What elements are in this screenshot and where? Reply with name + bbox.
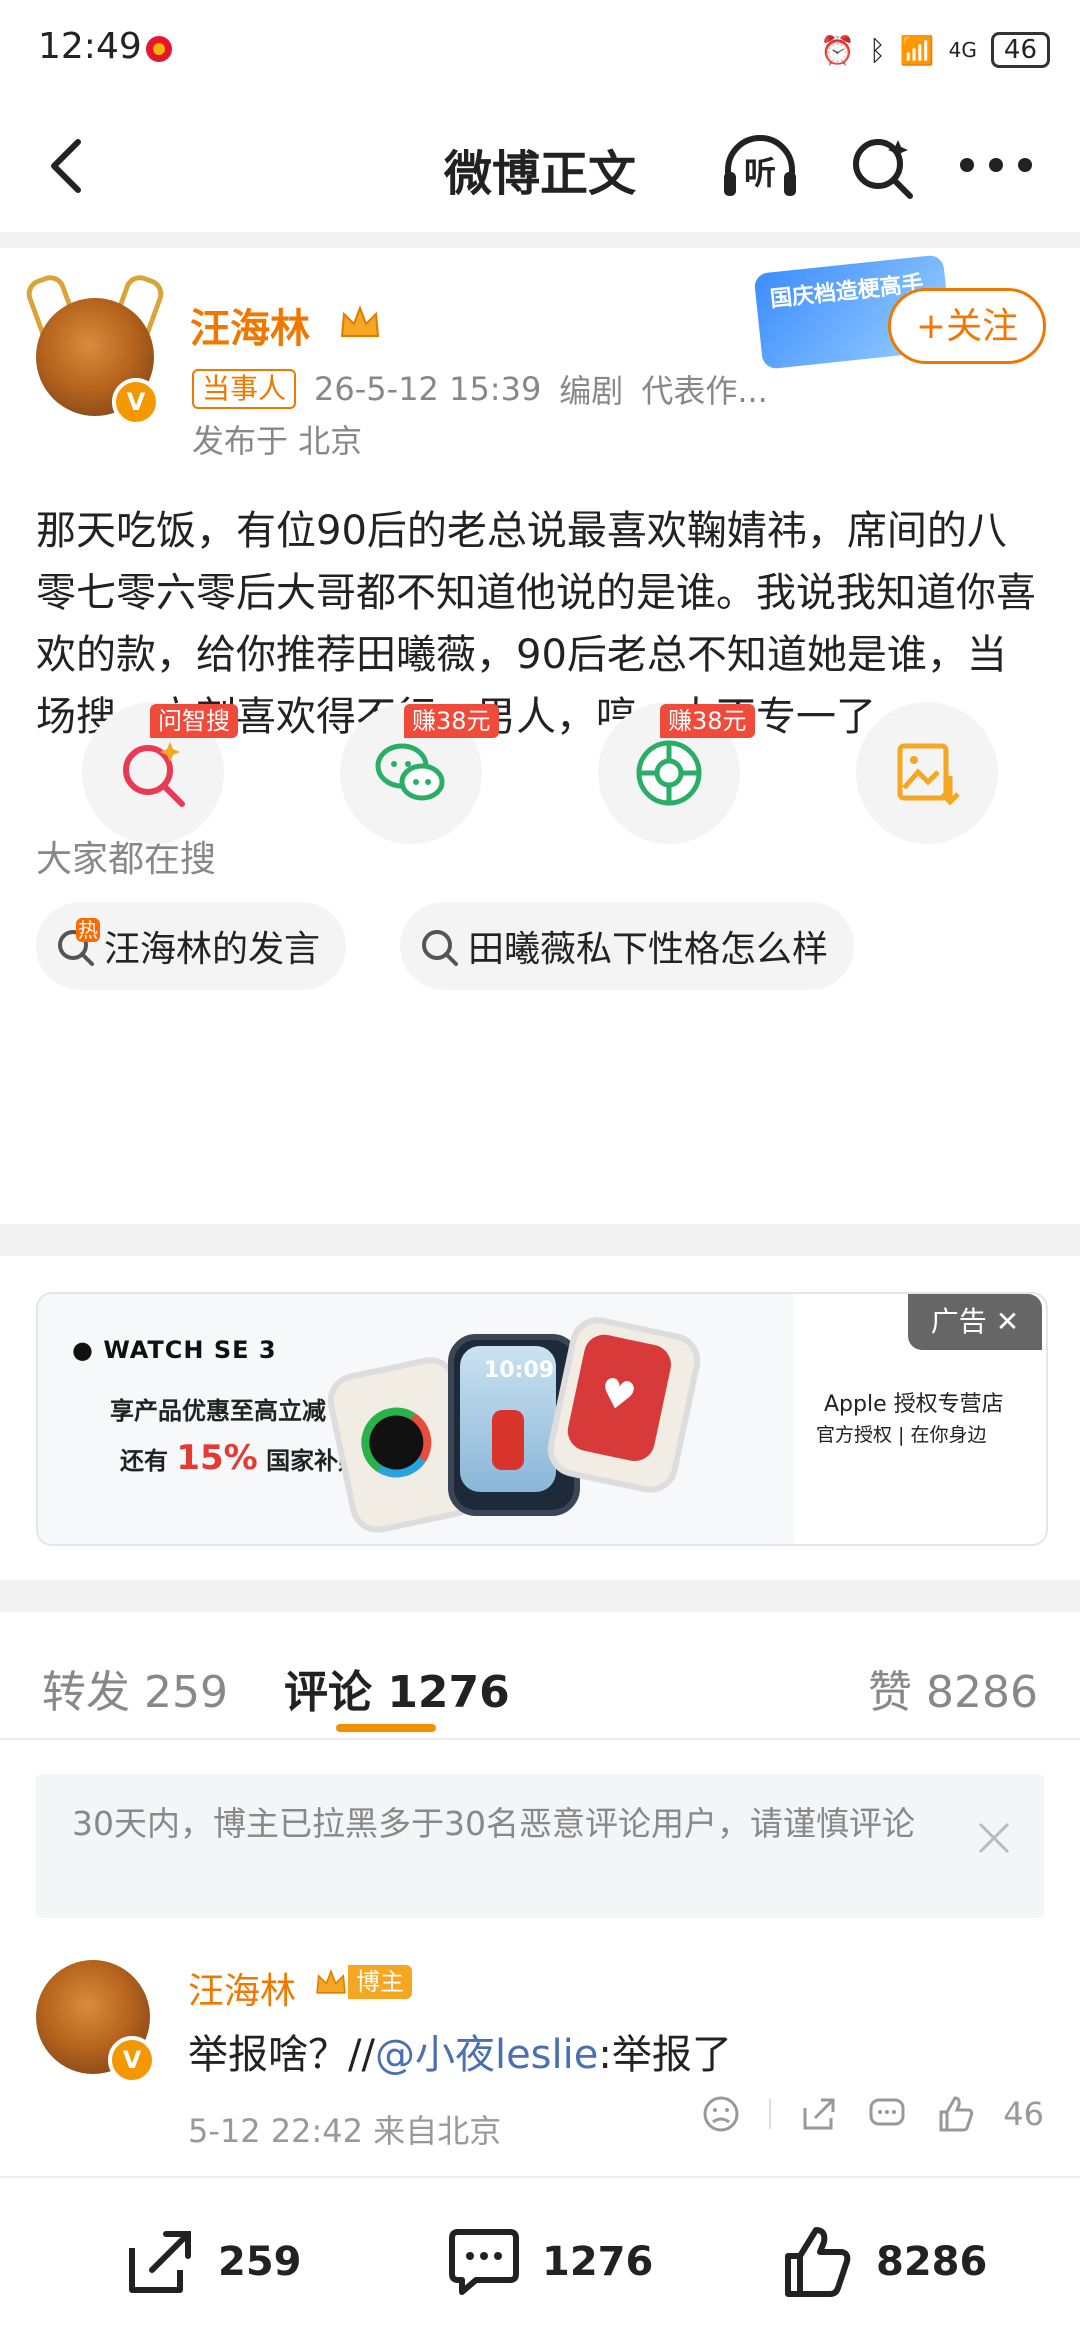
comment-count: 1276 <box>542 2239 654 2285</box>
top-nav-bar: 微博正文 听 <box>0 100 1080 232</box>
wifi-icon: 📶 <box>899 33 935 67</box>
tab-likes[interactable]: 赞 8286 <box>868 1656 1038 1720</box>
save-image-button[interactable] <box>856 702 998 844</box>
follow-button[interactable]: +关注 <box>888 288 1046 364</box>
repost-button[interactable]: 259 <box>122 2224 302 2300</box>
share-reward-tag: 问智搜 <box>150 704 238 738</box>
tab-comments[interactable]: 评论 1276 <box>284 1656 510 1720</box>
crown-icon <box>316 1968 346 1994</box>
ad-brand-text: WATCH SE 3 <box>103 1336 277 1364</box>
like-icon <box>785 2227 851 2297</box>
comment-like-count: 46 <box>1003 2095 1044 2133</box>
active-tab-indicator <box>336 1724 436 1732</box>
status-time: 12:49 <box>38 26 142 67</box>
author-works: 代表作... <box>641 372 768 410</box>
listen-button[interactable]: 听 <box>720 132 800 202</box>
like-button[interactable]: 8286 <box>780 2224 987 2300</box>
ad-brand: ● WATCH SE 3 <box>72 1336 277 1364</box>
search-pill-label: 田曦薇私下性格怎么样 <box>468 929 829 970</box>
bottom-action-bar: 259 1276 8286 <box>0 2176 1080 2342</box>
ad-store-tags: 官方授权 | 在你身边 <box>816 1424 987 1446</box>
commenter-name[interactable]: 汪海林 <box>188 1962 296 2014</box>
trending-search-pill[interactable]: 热 汪海林的发言 <box>36 902 347 990</box>
share-reward-tag: 赚38元 <box>660 704 755 738</box>
comment-notice-text: 30天内，博主已拉黑多于30名恶意评论用户，请谨慎评论 <box>72 1804 915 1843</box>
ad-store-name: Apple 授权专营店 <box>824 1392 1004 1417</box>
apple-logo-icon: ● <box>72 1336 94 1364</box>
reply-icon[interactable] <box>867 2094 907 2134</box>
trending-search-pill[interactable]: 田曦薇私下性格怎么样 <box>400 902 855 990</box>
hot-label: 热 <box>76 918 100 942</box>
comment-time: 5-12 22:42 来自北京 <box>188 2112 502 2150</box>
search-pill-label: 汪海林的发言 <box>104 929 321 970</box>
divider <box>769 2099 772 2129</box>
comment-text-prefix: 举报啥？// <box>188 2032 375 2078</box>
ad-label: 广告 <box>930 1305 987 1338</box>
page-title: 微博正文 <box>443 146 636 202</box>
bluetooth-icon: ᛒ <box>868 33 886 67</box>
comment-actions: 46 <box>701 2094 1044 2134</box>
party-tag: 当事人 <box>192 369 297 409</box>
author-name[interactable]: 汪海林 <box>190 296 310 354</box>
save-image-icon <box>897 743 960 806</box>
more-button[interactable] <box>960 158 1032 174</box>
author-badge-label: 博主 <box>348 1965 412 1999</box>
author-badge: 博主 <box>314 1964 412 2000</box>
dot-icon <box>960 158 974 172</box>
wechat-icon <box>375 743 445 801</box>
post-meta: 当事人 26-5-12 15:39 编剧 代表作... <box>192 366 768 412</box>
status-bar: 12:49 ⏰ ᛒ 📶 4G 46 <box>0 0 1080 100</box>
like-icon[interactable] <box>935 2094 975 2134</box>
search-icon <box>422 930 458 966</box>
interaction-tabs: 转发 259 评论 1276 赞 8286 <box>0 1612 1080 1740</box>
ad-close-button[interactable]: 广告 ✕ <box>908 1294 1042 1350</box>
post-location: 发布于 北京 <box>192 422 363 460</box>
comment-text-suffix: :举报了 <box>598 2032 732 2078</box>
mention-link[interactable]: @小夜leslie <box>375 2032 598 2078</box>
battery-icon: 46 <box>990 32 1050 68</box>
like-count: 8286 <box>876 2239 988 2285</box>
post-datetime: 26-5-12 15:39 <box>314 370 542 408</box>
dot-icon <box>1018 158 1032 172</box>
network-label: 4G <box>948 38 977 62</box>
comments-section: 30天内，博主已拉黑多于30名恶意评论用户，请谨慎评论 V 汪海林 博主 举报啥… <box>0 1740 1080 2180</box>
comment-text: 举报啥？//@小夜leslie:举报了 <box>188 2022 732 2080</box>
comment-icon <box>449 2229 519 2295</box>
moments-icon <box>636 740 702 806</box>
dot-icon <box>989 158 1003 172</box>
search-icon <box>853 139 913 199</box>
close-icon: ✕ <box>995 1305 1020 1338</box>
dislike-face-icon[interactable] <box>701 2094 741 2134</box>
ai-search-icon <box>123 742 185 807</box>
listen-label: 听 <box>744 154 777 192</box>
verified-badge-icon: V <box>112 378 160 426</box>
watch-time: 10:09 <box>484 1358 555 1383</box>
hot-search-icon: 热 <box>56 918 100 966</box>
repost-count: 259 <box>218 2239 302 2285</box>
close-icon[interactable] <box>974 1818 1014 1858</box>
share-reward-tag: 赚38元 <box>404 704 499 738</box>
ad-line-2-amount: 15% <box>176 1438 258 1478</box>
post-card: V 汪海林 当事人 26-5-12 15:39 编剧 代表作... 发布于 北京… <box>0 248 1080 1224</box>
search-button[interactable] <box>848 132 918 202</box>
tab-reposts[interactable]: 转发 259 <box>42 1656 228 1720</box>
crown-icon <box>340 305 380 337</box>
verified-badge-icon: V <box>108 2036 156 2084</box>
author-profession: 编剧 <box>559 372 624 410</box>
comment-notice: 30天内，博主已拉黑多于30名恶意评论用户，请谨慎评论 <box>36 1774 1044 1918</box>
alarm-icon: ⏰ <box>820 33 855 67</box>
ad-line-2-prefix: 还有 <box>120 1447 168 1475</box>
comment-button[interactable]: 1276 <box>446 2224 653 2300</box>
ad-banner[interactable]: ● WATCH SE 3 享产品优惠至高立减 150 元， 还有 15% 国家补… <box>36 1292 1048 1546</box>
status-icons: ⏰ ᛒ 📶 4G 46 <box>820 30 1050 70</box>
ad-section: ● WATCH SE 3 享产品优惠至高立减 150 元， 还有 15% 国家补… <box>0 1256 1080 1580</box>
repost-icon <box>129 2231 191 2293</box>
repost-icon[interactable] <box>799 2094 839 2134</box>
ad-line-1-prefix: 享产品优惠至高立减 <box>110 1397 326 1425</box>
weibo-notification-icon <box>146 36 172 62</box>
